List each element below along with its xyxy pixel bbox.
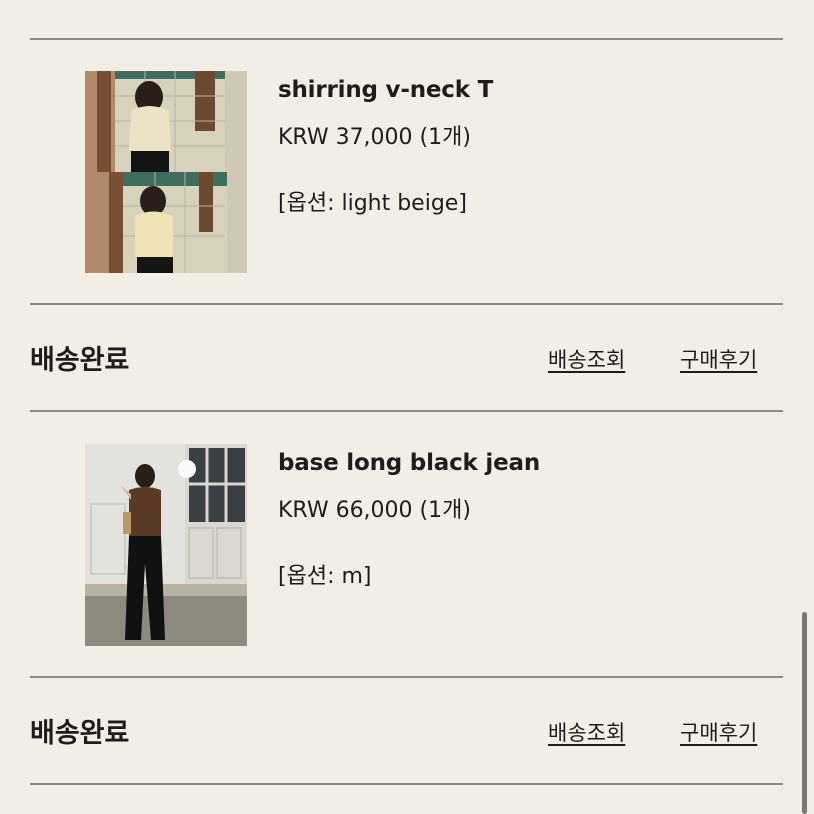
order-status-row: 배송완료 배송조회 구매후기 xyxy=(0,711,814,771)
divider xyxy=(30,676,783,678)
divider xyxy=(30,303,783,305)
product-price: KRW 37,000 (1개) xyxy=(278,125,471,150)
delivery-status: 배송완료 xyxy=(30,345,130,376)
scrollbar[interactable] xyxy=(802,612,807,814)
divider xyxy=(30,38,783,40)
divider xyxy=(30,410,783,412)
delivery-status: 배송완료 xyxy=(30,718,130,749)
product-option: [옵션: light beige] xyxy=(278,191,467,216)
product-option: [옵션: m] xyxy=(278,564,372,589)
order-item: base long black jean KRW 66,000 (1개) [옵션… xyxy=(0,444,814,654)
write-review-link[interactable]: 구매후기 xyxy=(680,717,757,747)
product-thumbnail[interactable] xyxy=(85,71,247,273)
track-delivery-link[interactable]: 배송조회 xyxy=(548,717,625,747)
divider xyxy=(30,783,783,785)
order-item: shirring v-neck T KRW 37,000 (1개) [옵션: l… xyxy=(0,71,814,281)
write-review-link[interactable]: 구매후기 xyxy=(680,344,757,374)
product-price: KRW 66,000 (1개) xyxy=(278,498,471,523)
product-thumbnail[interactable] xyxy=(85,444,247,646)
product-name[interactable]: base long black jean xyxy=(278,450,540,476)
product-name[interactable]: shirring v-neck T xyxy=(278,77,493,103)
track-delivery-link[interactable]: 배송조회 xyxy=(548,344,625,374)
order-status-row: 배송완료 배송조회 구매후기 xyxy=(0,338,814,398)
